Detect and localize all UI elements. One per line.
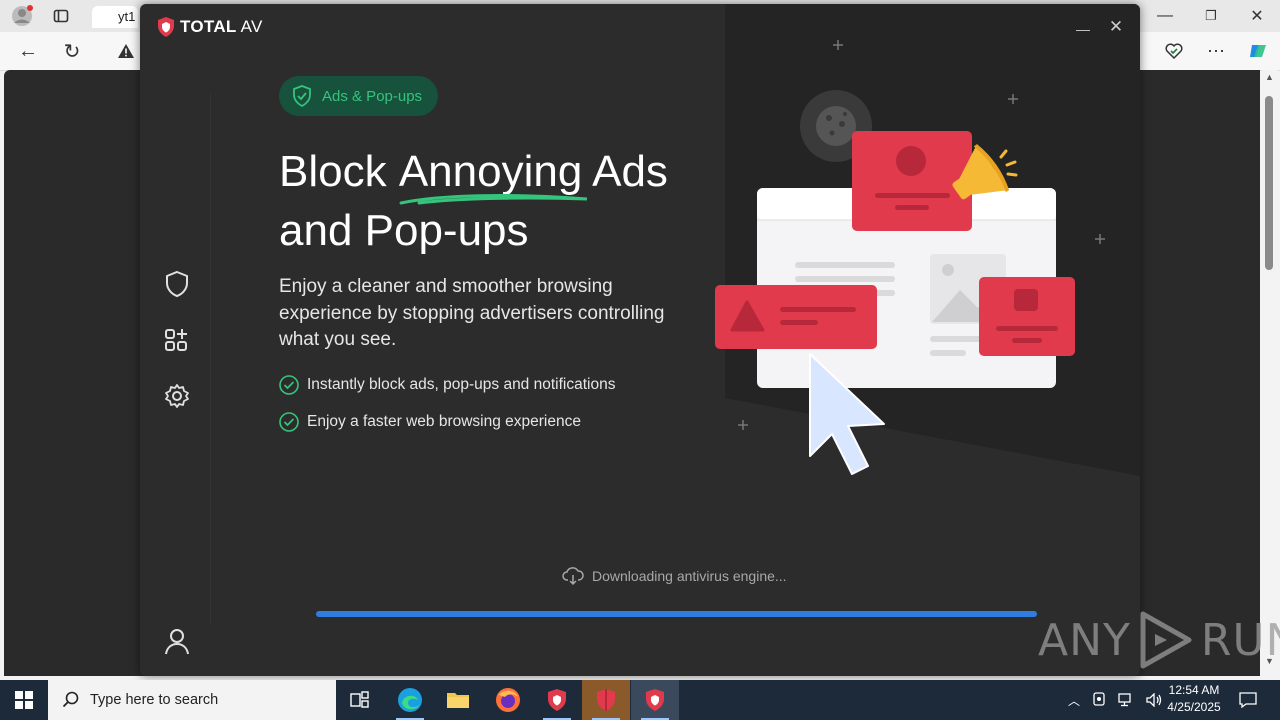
network-icon[interactable]: [1118, 693, 1134, 707]
watermark-right-text: RUN: [1200, 614, 1280, 666]
play-logo-icon: [1140, 611, 1192, 669]
edge-icon: [398, 688, 422, 712]
taskbar-search-placeholder: Type here to search: [90, 692, 219, 708]
taskbar-totalav-2[interactable]: [582, 680, 630, 720]
taskbar-totalav-3[interactable]: [631, 680, 679, 720]
task-view-icon: [350, 691, 369, 708]
refresh-icon[interactable]: ↻: [58, 38, 86, 64]
system-tray: ︿: [1068, 680, 1164, 720]
profile-icon[interactable]: [8, 4, 36, 28]
taskbar-file-explorer[interactable]: [434, 680, 482, 720]
totalav-setup-icon: [597, 689, 615, 711]
watermark-left-text: ANY: [1038, 614, 1131, 666]
browser-tab[interactable]: yt1: [92, 6, 138, 28]
download-progress-fill: [316, 611, 1037, 617]
window-close-icon[interactable]: ✕: [1242, 4, 1272, 28]
taskbar-search-box[interactable]: Type here to search: [48, 680, 336, 720]
download-status: Downloading antivirus engine...: [562, 566, 787, 586]
more-menu-icon[interactable]: ⋯: [1202, 38, 1230, 64]
taskbar-totalav-1[interactable]: [533, 680, 581, 720]
taskbar-edge[interactable]: [386, 680, 434, 720]
folder-icon: [447, 693, 469, 708]
scroll-thumb[interactable]: [1265, 96, 1273, 270]
window-restore-icon[interactable]: ❐: [1196, 4, 1226, 28]
clock-time: 12:54 AM: [1168, 683, 1220, 697]
task-view-button[interactable]: [336, 680, 384, 720]
scroll-up-arrow[interactable]: ▲: [1265, 72, 1274, 82]
back-icon[interactable]: ←: [14, 38, 42, 64]
taskbar-clock[interactable]: 12:54 AM 4/25/2025: [1162, 682, 1226, 716]
windows-logo-icon: [15, 691, 33, 709]
start-button[interactable]: [0, 680, 48, 720]
window-minimize-icon[interactable]: —: [1150, 4, 1180, 28]
notification-center-button[interactable]: [1236, 680, 1260, 720]
taskbar-firefox[interactable]: [484, 680, 532, 720]
browser-essentials-icon[interactable]: [1160, 38, 1188, 64]
search-icon: [62, 691, 79, 708]
notification-icon: [1239, 692, 1257, 708]
browser-tab-title: yt1: [118, 9, 136, 24]
tab-actions-icon[interactable]: [48, 4, 74, 28]
totalav-window: TOTAL AV — ✕ Ads & Pop-ups Block Annoying…: [140, 4, 1140, 676]
anyrun-watermark: ANY RUN: [1038, 610, 1280, 670]
download-status-text: Downloading antivirus engine...: [592, 568, 787, 584]
firefox-icon: [496, 688, 520, 712]
tray-chevron-icon[interactable]: ︿: [1068, 692, 1080, 709]
download-progress-bar: [316, 611, 1037, 617]
clock-date: 4/25/2025: [1167, 700, 1221, 714]
tray-device-icon[interactable]: [1092, 692, 1106, 708]
totalav-icon: [646, 689, 664, 711]
warning-icon[interactable]: [112, 38, 140, 64]
copilot-icon[interactable]: [1244, 38, 1272, 64]
cloud-download-icon: [562, 567, 584, 586]
windows-taskbar: Type here to search ︿ 12:54 AM 4/25/2025: [0, 680, 1280, 720]
totalav-icon: [548, 689, 566, 711]
